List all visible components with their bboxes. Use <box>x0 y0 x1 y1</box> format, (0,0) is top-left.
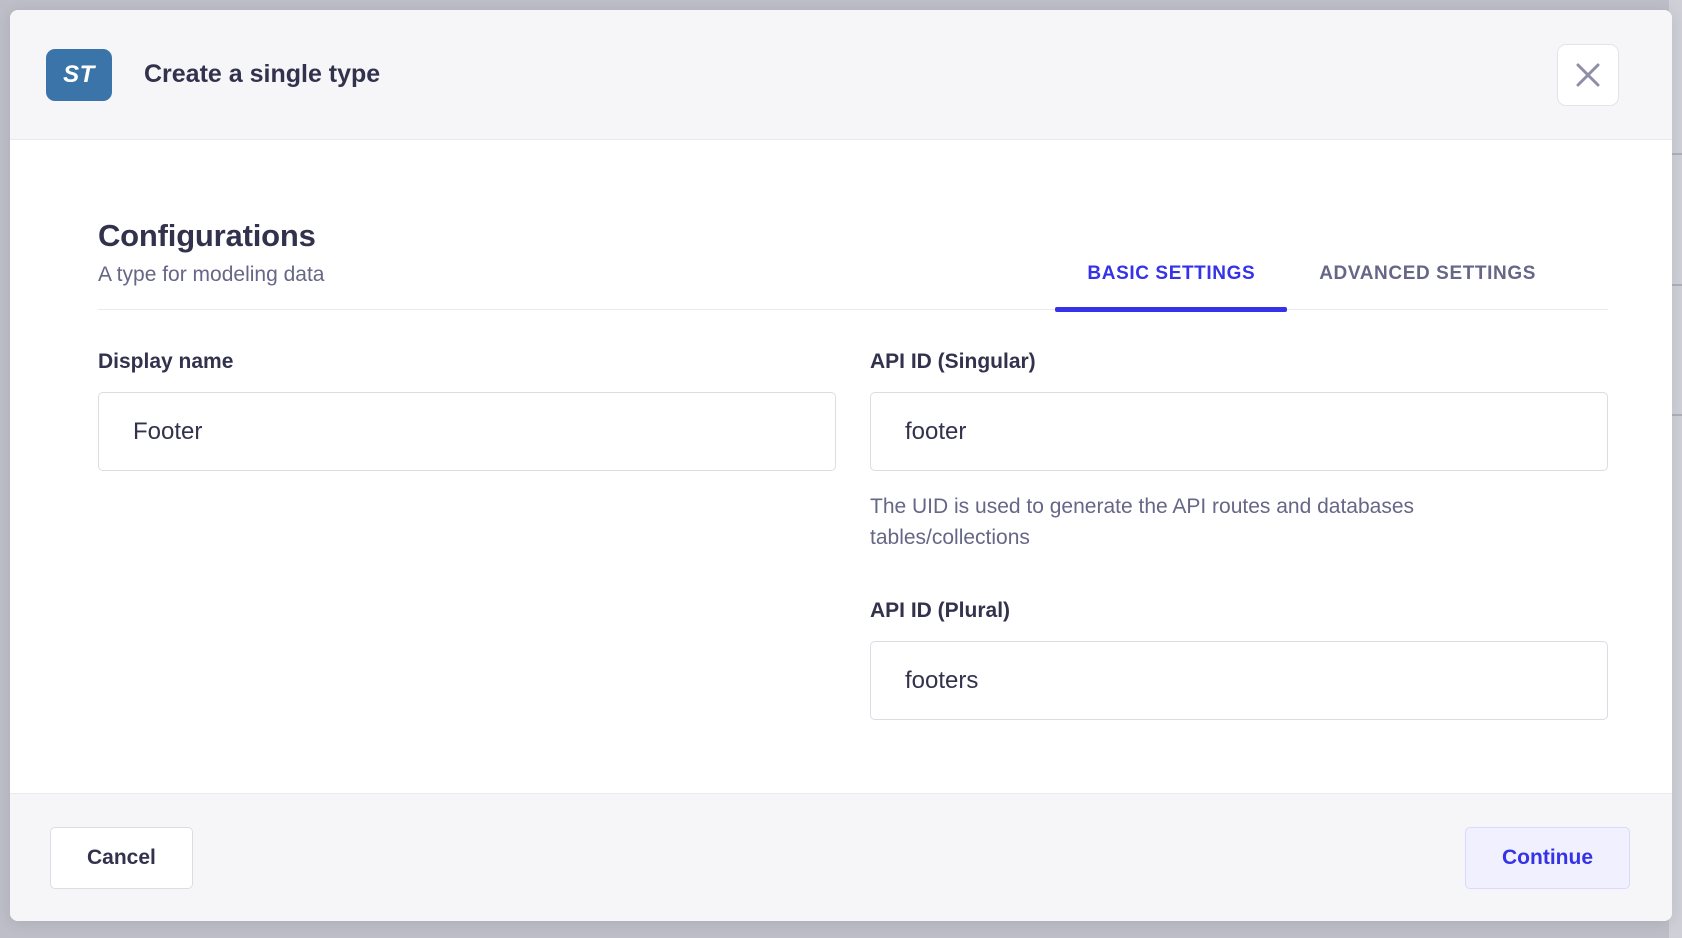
api-id-singular-label: API ID (Singular) <box>870 350 1608 374</box>
modal-body: Configurations A type for modeling data … <box>10 140 1672 720</box>
form-column-right: API ID (Singular) The UID is used to gen… <box>870 350 1608 720</box>
api-id-singular-input[interactable] <box>870 392 1608 471</box>
api-id-plural-input[interactable] <box>870 641 1608 720</box>
display-name-label: Display name <box>98 350 836 374</box>
form-column-left: Display name <box>98 350 836 720</box>
section-title: Configurations <box>98 218 324 254</box>
api-id-singular-hint: The UID is used to generate the API rout… <box>870 491 1530 553</box>
configuration-form: Display name API ID (Singular) The UID i… <box>98 350 1608 720</box>
close-button[interactable] <box>1557 44 1619 106</box>
continue-button[interactable]: Continue <box>1465 827 1630 889</box>
create-single-type-modal: ST Create a single type Configurations A… <box>10 10 1672 921</box>
section-titles: Configurations A type for modeling data <box>98 218 324 309</box>
api-id-singular-field: API ID (Singular) The UID is used to gen… <box>870 350 1608 553</box>
modal-title: Create a single type <box>144 60 380 89</box>
section-head-row: Configurations A type for modeling data … <box>98 218 1608 310</box>
modal-header: ST Create a single type <box>10 10 1672 140</box>
tab-advanced-settings[interactable]: ADVANCED SETTINGS <box>1287 263 1568 309</box>
api-id-plural-label: API ID (Plural) <box>870 599 1608 623</box>
display-name-input[interactable] <box>98 392 836 471</box>
settings-tabs: BASIC SETTINGS ADVANCED SETTINGS <box>1055 263 1608 309</box>
close-icon <box>1575 62 1601 88</box>
modal-footer: Cancel Continue <box>10 793 1672 921</box>
display-name-field: Display name <box>98 350 836 471</box>
single-type-badge-icon: ST <box>46 49 112 101</box>
cancel-button[interactable]: Cancel <box>50 827 193 889</box>
section-subtitle: A type for modeling data <box>98 263 324 287</box>
api-id-plural-field: API ID (Plural) <box>870 599 1608 720</box>
tab-basic-settings[interactable]: BASIC SETTINGS <box>1055 263 1287 309</box>
